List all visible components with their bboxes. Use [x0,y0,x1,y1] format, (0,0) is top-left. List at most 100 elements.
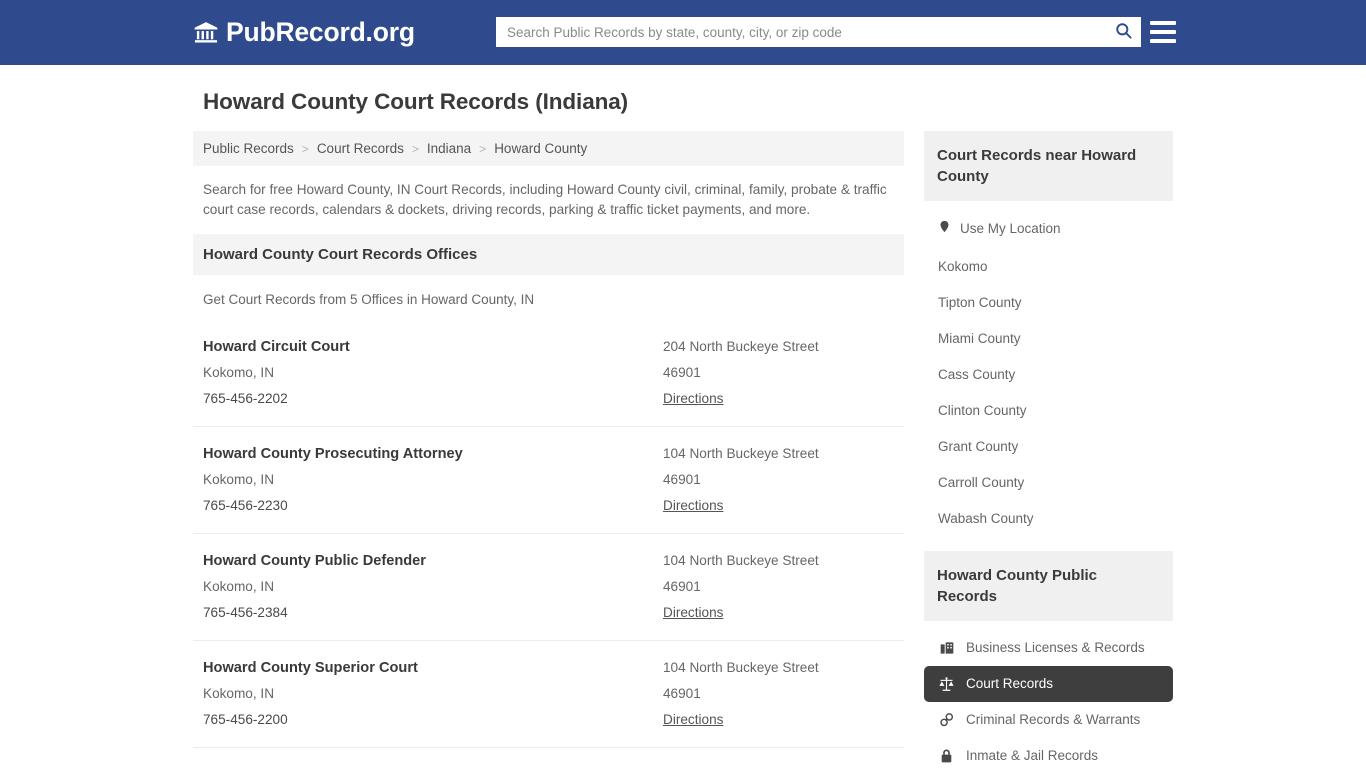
search-input[interactable] [496,17,1105,47]
directions-link[interactable]: Directions [663,493,723,519]
office-address: 192 East Southway Boulevard 46902 Direct… [663,762,904,768]
search-button[interactable] [1105,17,1141,47]
breadcrumb-separator: > [479,142,486,156]
sidebar-item-tipton-county[interactable]: Tipton County [924,285,1173,321]
sidebar-item-label: Wabash County [938,510,1034,528]
sidebar-item-label: Miami County [938,330,1021,348]
office-city: Kokomo, IN [203,360,663,386]
scales-of-justice-icon [938,676,955,693]
office-phone: 765-456-2200 [203,707,663,733]
directions-link[interactable]: Directions [663,386,723,412]
offices-list: Howard Circuit Court Kokomo, IN 765-456-… [193,320,904,768]
page-title: Howard County Court Records (Indiana) [193,65,1173,131]
breadcrumb-item-public-records[interactable]: Public Records [203,141,294,156]
sidebar-item-label: Clinton County [938,402,1027,420]
breadcrumb-separator: > [412,142,419,156]
sidebar-item-use-my-location[interactable]: Use My Location [924,209,1173,249]
office-name: Howard Circuit Court [203,334,663,360]
sidebar-item-criminal-records[interactable]: Criminal Records & Warrants [924,702,1173,738]
office-info: Howard County Public Defender Kokomo, IN… [203,548,663,626]
sidebar-item-kokomo[interactable]: Kokomo [924,249,1173,285]
office-street: 104 North Buckeye Street [663,655,904,681]
breadcrumb-item-howard-county: Howard County [494,141,587,156]
office-city: Kokomo, IN [203,467,663,493]
office-address: 104 North Buckeye Street 46901 Direction… [663,548,904,626]
sidebar-item-label: Court Records [966,675,1053,693]
hamburger-menu-icon[interactable] [1150,19,1176,45]
sidebar-item-clinton-county[interactable]: Clinton County [924,393,1173,429]
office-street: 104 North Buckeye Street [663,548,904,574]
office-name: Howard County Prosecuting Attorney [203,441,663,467]
office-street: 204 North Buckeye Street [663,334,904,360]
directions-link[interactable]: Directions [663,600,723,626]
sidebar-item-label: Business Licenses & Records [966,639,1145,657]
office-zip: 46901 [663,467,904,493]
office-phone: 765-456-2202 [203,386,663,412]
office-info: Howard County Prosecuting Attorney Kokom… [203,441,663,519]
sidebar-item-business-licenses[interactable]: Business Licenses & Records [924,630,1173,666]
directions-link[interactable]: Directions [663,707,723,733]
breadcrumb-item-indiana[interactable]: Indiana [427,141,471,156]
content-columns: Public Records > Court Records > Indiana… [193,131,1173,768]
sidebar-item-label: Use My Location [960,220,1061,238]
office-phone: 765-456-2230 [203,493,663,519]
sidebar-public-records-title: Howard County Public Records [924,551,1173,621]
office-name: Howard County Public Defender [203,548,663,574]
office-city: Kokomo, IN [203,574,663,600]
office-name: Kokomo BMV License Agency [203,762,663,768]
sidebar-public-records-list: Business Licenses & Records Court [924,621,1173,768]
sidebar-item-label: Kokomo [938,258,988,276]
office-phone: 765-456-2384 [203,600,663,626]
breadcrumb: Public Records > Court Records > Indiana… [193,131,904,166]
site-logo[interactable]: PubRecord.org [193,17,415,48]
sidebar-nearby-list: Use My Location Kokomo Tipton County Mia… [924,201,1173,537]
sidebar-item-grant-county[interactable]: Grant County [924,429,1173,465]
table-row: Kokomo BMV License Agency Kokomo, IN 765… [193,747,904,768]
sidebar-item-inmate-jail-records[interactable]: Inmate & Jail Records [924,738,1173,768]
breadcrumb-separator: > [302,142,309,156]
sidebar-nearby-title: Court Records near Howard County [924,131,1173,201]
page-body: Howard County Court Records (Indiana) Pu… [0,65,1366,768]
search-bar [496,17,1141,47]
office-street: 104 North Buckeye Street [663,441,904,467]
office-zip: 46901 [663,681,904,707]
sidebar: Court Records near Howard County Use My … [924,131,1173,768]
offices-section-heading: Howard County Court Records Offices [193,234,904,275]
table-row: Howard County Superior Court Kokomo, IN … [193,640,904,747]
table-row: Howard Circuit Court Kokomo, IN 765-456-… [193,320,904,426]
table-row: Howard County Public Defender Kokomo, IN… [193,533,904,640]
offices-subnote: Get Court Records from 5 Offices in Howa… [193,275,904,320]
handcuffs-icon [938,712,955,729]
main-content: Public Records > Court Records > Indiana… [193,131,904,768]
office-name: Howard County Superior Court [203,655,663,681]
sidebar-item-label: Cass County [938,366,1015,384]
office-address: 104 North Buckeye Street 46901 Direction… [663,441,904,519]
office-city: Kokomo, IN [203,681,663,707]
office-street: 192 East Southway Boulevard [663,762,904,768]
office-zip: 46901 [663,574,904,600]
sidebar-item-miami-county[interactable]: Miami County [924,321,1173,357]
office-info: Kokomo BMV License Agency Kokomo, IN 765… [203,762,663,768]
office-info: Howard Circuit Court Kokomo, IN 765-456-… [203,334,663,412]
sidebar-item-label: Carroll County [938,474,1024,492]
map-pin-icon [938,218,951,240]
logo-text: PubRecord.org [226,17,415,48]
intro-description: Search for free Howard County, IN Court … [193,166,904,234]
sidebar-item-label: Tipton County [938,294,1022,312]
sidebar-item-carroll-county[interactable]: Carroll County [924,465,1173,501]
sidebar-item-label: Grant County [938,438,1018,456]
search-icon [1114,21,1133,43]
sidebar-item-label: Inmate & Jail Records [966,747,1098,765]
sidebar-item-cass-county[interactable]: Cass County [924,357,1173,393]
site-header: PubRecord.org [0,0,1366,65]
office-address: 204 North Buckeye Street 46901 Direction… [663,334,904,412]
briefcase-icon [938,640,955,657]
bank-building-icon [193,20,219,46]
sidebar-item-label: Criminal Records & Warrants [966,711,1140,729]
office-zip: 46901 [663,360,904,386]
sidebar-item-wabash-county[interactable]: Wabash County [924,501,1173,537]
breadcrumb-item-court-records[interactable]: Court Records [317,141,404,156]
lock-icon [938,748,955,765]
office-info: Howard County Superior Court Kokomo, IN … [203,655,663,733]
sidebar-item-court-records[interactable]: Court Records [924,666,1173,702]
